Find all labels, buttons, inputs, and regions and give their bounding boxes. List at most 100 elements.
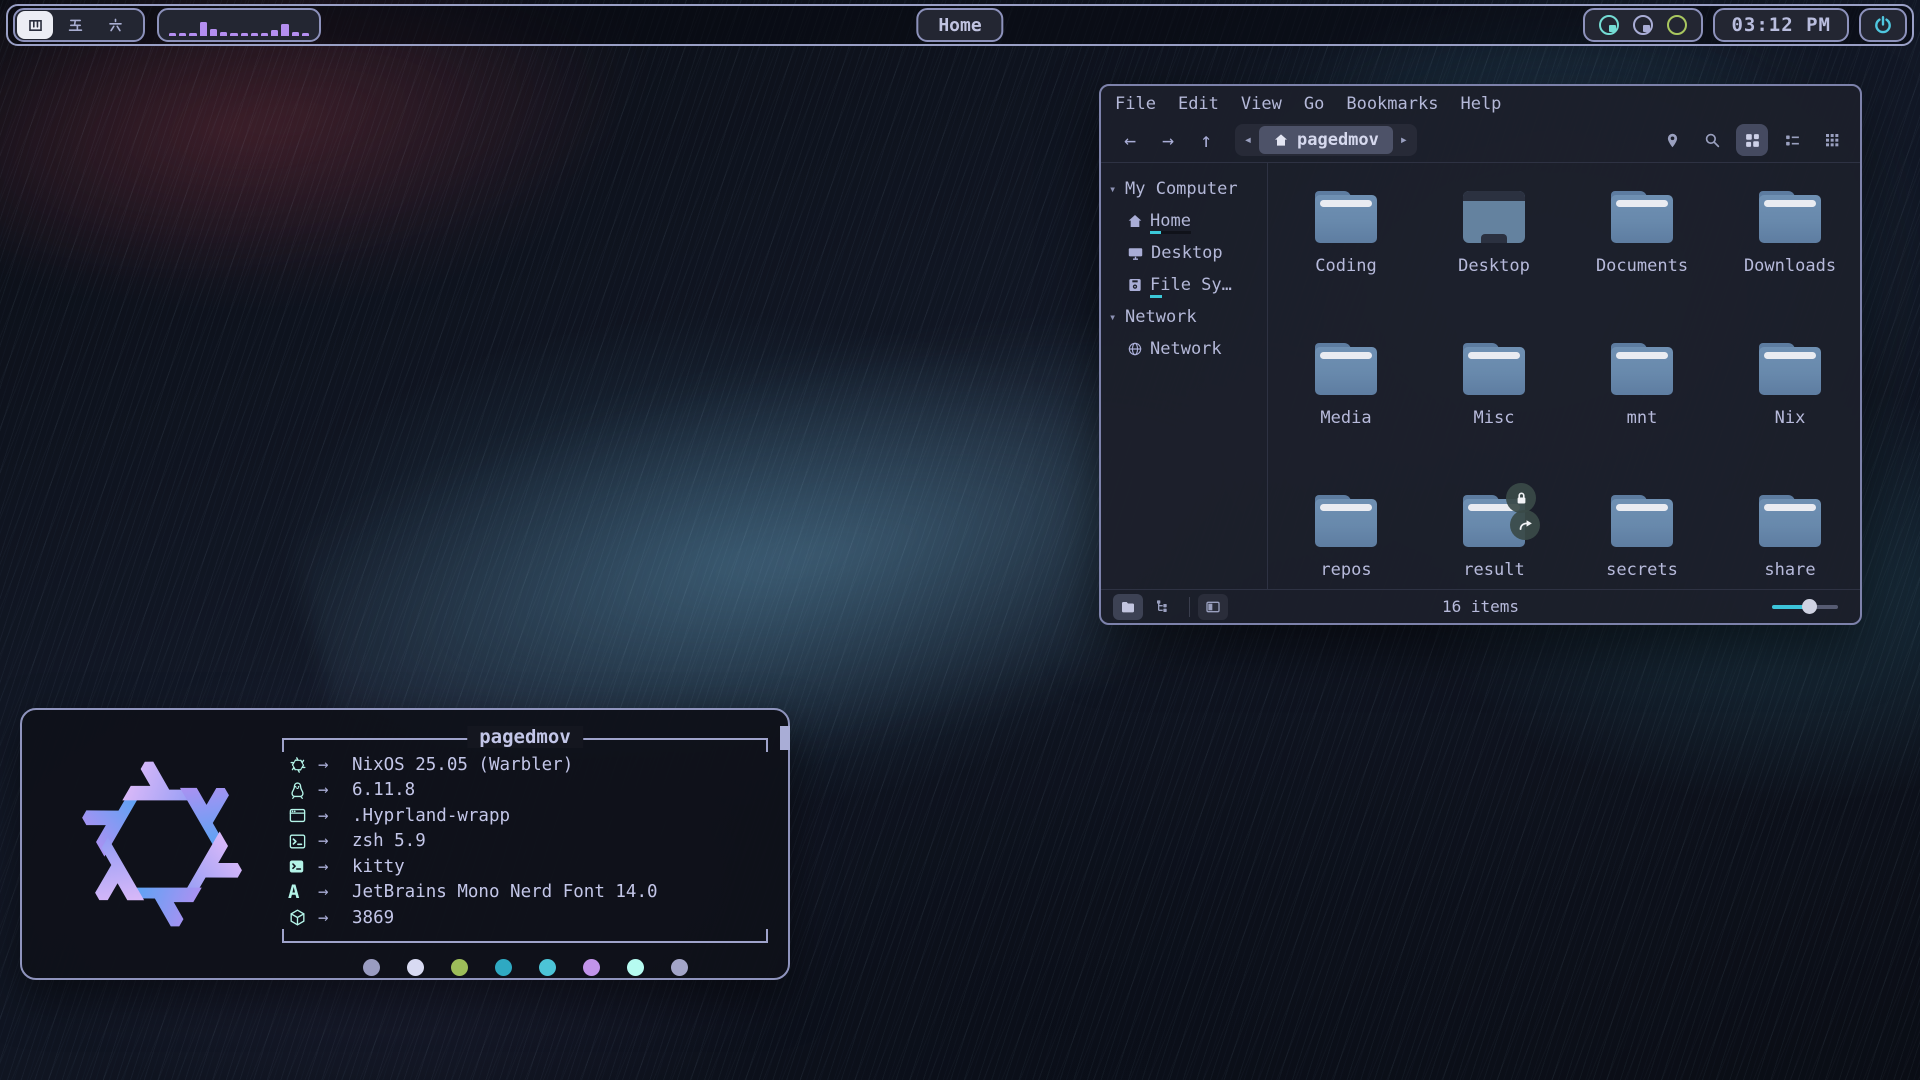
power-button[interactable] — [1859, 8, 1907, 42]
clock-module[interactable]: 03:12 PM — [1713, 8, 1849, 42]
menu-edit[interactable]: Edit — [1178, 94, 1219, 114]
visualizer-bar — [271, 30, 278, 36]
fetch-value: 3869 — [352, 908, 394, 928]
toolbar: ← → ↑ ◂ pagedmov ▸ — [1101, 118, 1860, 162]
fetch-row: → 3869 — [288, 905, 762, 931]
folder-icon — [1315, 495, 1377, 547]
menu-view[interactable]: View — [1241, 94, 1282, 114]
workspace-active[interactable] — [17, 11, 53, 39]
circle-outline-green-icon[interactable] — [1667, 15, 1687, 35]
visualizer-bar — [241, 33, 248, 36]
sidebar: ▾My Computer Home Desktop File Sy…▾Netwo… — [1101, 163, 1268, 589]
arrow-icon: → — [318, 908, 352, 928]
menu-file[interactable]: File — [1115, 94, 1156, 114]
active-window-title[interactable]: Home — [916, 8, 1003, 42]
terminal-palette-dots — [282, 959, 768, 976]
home-icon — [1127, 213, 1143, 229]
file-label: Misc — [1474, 408, 1515, 428]
sidebar-section-my-computer[interactable]: ▾My Computer — [1109, 173, 1261, 205]
terminal-icon — [288, 858, 318, 875]
breadcrumb-segment-home[interactable]: pagedmov — [1259, 126, 1393, 154]
breadcrumb-next-icon[interactable]: ▸ — [1393, 132, 1415, 148]
file-item-secrets[interactable]: secrets — [1568, 481, 1716, 589]
fetch-row: → 6.11.8 — [288, 778, 762, 804]
fetch-value: 6.11.8 — [352, 780, 415, 800]
terminal-cursor — [780, 726, 790, 750]
sidebar-item-home[interactable]: Home — [1109, 205, 1261, 237]
folder-pane-icon[interactable] — [1113, 594, 1143, 620]
breadcrumb: ◂ pagedmov ▸ — [1235, 124, 1417, 156]
sidebar-item-desktop[interactable]: Desktop — [1109, 237, 1261, 269]
file-item-share[interactable]: share — [1716, 481, 1860, 589]
visualizer-bar — [281, 24, 288, 36]
workspace-inactive[interactable] — [57, 11, 93, 39]
up-button[interactable]: ↑ — [1189, 125, 1223, 155]
network-icon — [1127, 341, 1143, 357]
visualizer-bar — [292, 32, 299, 36]
file-item-nix[interactable]: Nix — [1716, 329, 1860, 481]
top-bar: Home 03:12 PM — [6, 4, 1914, 46]
workspaces-module[interactable] — [13, 8, 145, 42]
folder-icon — [1611, 495, 1673, 547]
list-view-icon[interactable] — [1776, 124, 1808, 156]
back-button[interactable]: ← — [1113, 125, 1147, 155]
menu-bookmarks[interactable]: Bookmarks — [1346, 94, 1438, 114]
visualizer-bar — [210, 29, 217, 36]
visualizer-bar — [261, 33, 268, 36]
desktop: Home 03:12 PM File Edit View Go Bookmarks Hel… — [0, 0, 1920, 1080]
palette-dot — [407, 959, 424, 976]
file-item-downloads[interactable]: Downloads — [1716, 177, 1860, 329]
file-label: Media — [1320, 408, 1371, 428]
file-item-result[interactable]: result — [1420, 481, 1568, 589]
location-pin-icon[interactable] — [1656, 124, 1688, 156]
file-item-repos[interactable]: repos — [1272, 481, 1420, 589]
menu-go[interactable]: Go — [1304, 94, 1324, 114]
fetch-value: kitty — [352, 857, 405, 877]
file-manager-window: File Edit View Go Bookmarks Help ← → ↑ ◂ page… — [1099, 84, 1862, 625]
zoom-slider[interactable] — [1772, 599, 1838, 614]
zoom-slider-knob[interactable] — [1802, 599, 1817, 614]
home-icon — [1273, 132, 1289, 148]
fetch-row: → .Hyprland-wrapp — [288, 803, 762, 829]
fastfetch-widget: pagedmov → NixOS 25.05 (Warbler) → 6.11.… — [20, 708, 790, 980]
side-pane-toggle-icon[interactable] — [1198, 594, 1228, 620]
tree-pane-icon[interactable] — [1147, 594, 1177, 620]
file-item-misc[interactable]: Misc — [1420, 329, 1568, 481]
shortcut-emblem-icon — [1510, 510, 1540, 540]
file-label: share — [1764, 560, 1815, 580]
forward-button[interactable]: → — [1151, 125, 1185, 155]
file-item-media[interactable]: Media — [1272, 329, 1420, 481]
sidebar-section-network[interactable]: ▾Network — [1109, 301, 1261, 333]
sidebar-item-filesy[interactable]: File Sy… — [1109, 269, 1261, 301]
file-item-desktop[interactable]: Desktop — [1420, 177, 1568, 329]
file-label: Nix — [1775, 408, 1806, 428]
workspace-inactive[interactable] — [97, 11, 133, 39]
window-manager-icon — [288, 806, 318, 825]
fetch-row: → NixOS 25.05 (Warbler) — [288, 752, 762, 778]
nixos-icon — [288, 755, 318, 775]
file-item-mnt[interactable]: mnt — [1568, 329, 1716, 481]
breadcrumb-prev-icon[interactable]: ◂ — [1237, 132, 1259, 148]
file-label: mnt — [1627, 408, 1658, 428]
file-item-coding[interactable]: Coding — [1272, 177, 1420, 329]
compact-view-icon[interactable] — [1816, 124, 1848, 156]
search-icon[interactable] — [1696, 124, 1728, 156]
desktop-icon — [1127, 245, 1144, 262]
status-tray-module[interactable] — [1583, 8, 1703, 42]
circle-quadrant-cyan-icon[interactable] — [1599, 15, 1619, 35]
palette-dot — [495, 959, 512, 976]
items-count: 16 items — [1442, 597, 1519, 616]
sidebar-item-network[interactable]: Network — [1109, 333, 1261, 365]
file-item-documents[interactable]: Documents — [1568, 177, 1716, 329]
visualizer-bars — [169, 14, 309, 36]
audio-visualizer-module — [157, 8, 321, 42]
clock-text: 03:12 PM — [1731, 14, 1831, 36]
menu-help[interactable]: Help — [1460, 94, 1501, 114]
palette-dot — [627, 959, 644, 976]
package-icon — [288, 908, 318, 927]
circle-quadrant-lavender-icon[interactable] — [1633, 15, 1653, 35]
fetch-info-box: pagedmov → NixOS 25.05 (Warbler) → 6.11.… — [282, 738, 768, 943]
visualizer-bar — [179, 33, 186, 36]
grid-view-icon[interactable] — [1736, 124, 1768, 156]
fetch-row: → zsh 5.9 — [288, 829, 762, 855]
